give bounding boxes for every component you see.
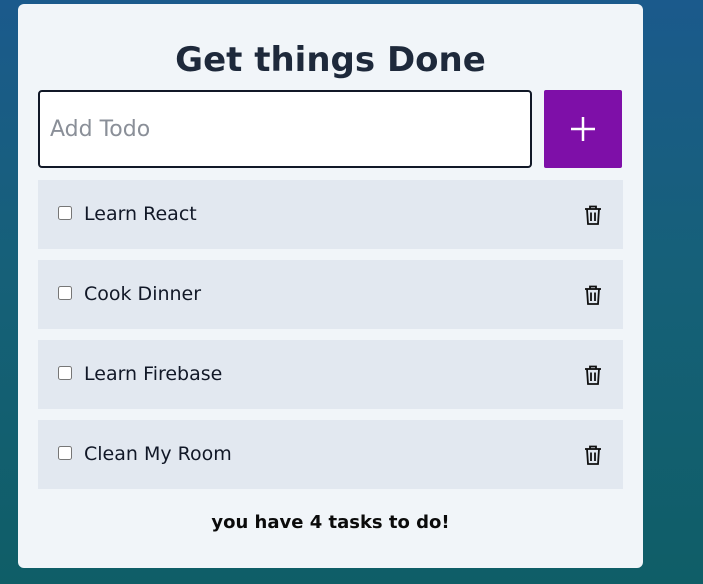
task-count: you have 4 tasks to do! bbox=[211, 512, 450, 533]
todo-label: Cook Dinner bbox=[84, 283, 202, 305]
todo-item: Learn React bbox=[38, 180, 623, 249]
todo-item: Clean My Room bbox=[38, 420, 623, 489]
todo-list: Learn React Cook Dinner Learn Firebase C… bbox=[38, 180, 623, 500]
todo-label: Learn Firebase bbox=[84, 363, 223, 385]
trash-icon[interactable] bbox=[583, 364, 603, 386]
todo-label: Learn React bbox=[84, 203, 197, 225]
plus-icon bbox=[544, 115, 622, 143]
todo-card: Get things Done Learn React bbox=[18, 4, 643, 568]
todo-checkbox[interactable] bbox=[58, 286, 72, 300]
trash-icon[interactable] bbox=[583, 444, 603, 466]
page-title: Get things Done bbox=[175, 40, 486, 80]
todo-item: Cook Dinner bbox=[38, 260, 623, 329]
todo-checkbox[interactable] bbox=[58, 446, 72, 460]
trash-icon[interactable] bbox=[583, 204, 603, 226]
add-todo-button[interactable] bbox=[544, 90, 622, 168]
trash-icon[interactable] bbox=[583, 284, 603, 306]
todo-checkbox[interactable] bbox=[58, 206, 72, 220]
todo-label: Clean My Room bbox=[84, 443, 232, 465]
todo-item: Learn Firebase bbox=[38, 340, 623, 409]
todo-checkbox[interactable] bbox=[58, 366, 72, 380]
add-todo-input[interactable] bbox=[38, 90, 532, 168]
